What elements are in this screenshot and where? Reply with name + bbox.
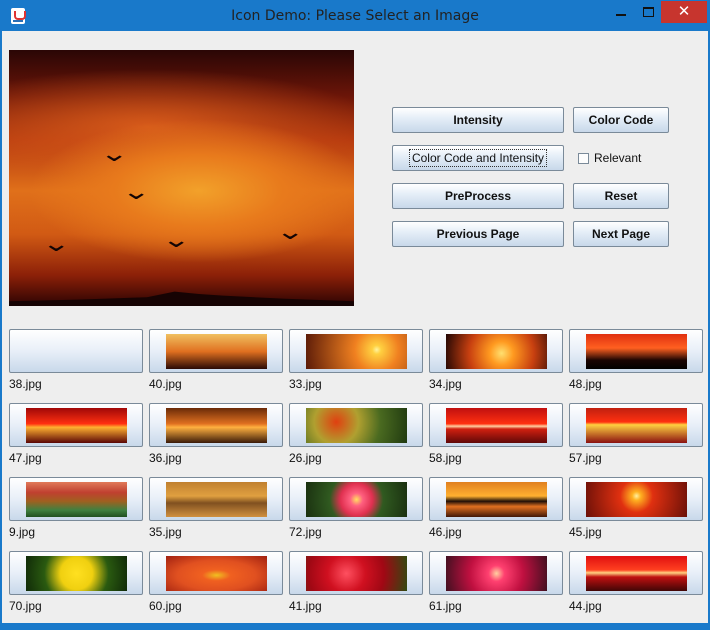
thumbnail-image — [446, 482, 547, 517]
thumbnail-button[interactable] — [569, 551, 703, 595]
thumbnail-image — [166, 556, 267, 591]
thumbnail-image — [26, 408, 127, 443]
thumbnail-button[interactable] — [569, 329, 703, 373]
thumbnail-label: 46.jpg — [429, 525, 462, 539]
minimize-icon — [616, 14, 626, 16]
thumbnail-button[interactable] — [9, 551, 143, 595]
thumbnail-image — [306, 334, 407, 369]
next-page-button[interactable]: Next Page — [573, 221, 669, 247]
relevant-checkbox[interactable] — [578, 152, 589, 164]
previous-page-label: Previous Page — [436, 227, 520, 241]
app-window: Icon Demo: Please Select an Image ✕ ⌄ ⌄ … — [0, 0, 710, 630]
close-button[interactable]: ✕ — [661, 1, 707, 23]
thumbnail-label: 34.jpg — [429, 377, 462, 391]
thumbnail-button[interactable] — [429, 329, 563, 373]
thumbnail-button[interactable] — [429, 477, 563, 521]
horizon-silhouette — [9, 291, 354, 306]
thumbnail-button[interactable] — [149, 551, 283, 595]
thumbnail-label: 48.jpg — [569, 377, 602, 391]
thumbnail-image — [446, 334, 547, 369]
thumbnail-image — [586, 334, 687, 369]
title-bar[interactable]: Icon Demo: Please Select an Image ✕ — [1, 1, 709, 31]
thumbnail-label: 41.jpg — [289, 599, 322, 613]
thumbnail-button[interactable] — [9, 403, 143, 447]
thumbnail-image — [26, 556, 127, 591]
thumbnail-image — [306, 408, 407, 443]
thumbnail-button[interactable] — [9, 329, 143, 373]
thumbnail-label: 58.jpg — [429, 451, 462, 465]
thumbnail-label: 47.jpg — [9, 451, 42, 465]
thumbnail-button[interactable] — [429, 403, 563, 447]
intensity-button[interactable]: Intensity — [392, 107, 564, 133]
thumbnail-image — [446, 408, 547, 443]
thumbnail-image — [26, 334, 127, 369]
thumbnail-button[interactable] — [429, 551, 563, 595]
preprocess-button-label: PreProcess — [444, 189, 512, 203]
thumbnail-image — [166, 408, 267, 443]
bird-icon: ⌄ — [99, 142, 129, 167]
maximize-button[interactable] — [635, 1, 661, 23]
bird-icon: ⌄ — [275, 220, 305, 245]
thumbnail-button[interactable] — [289, 329, 423, 373]
color-code-and-intensity-button[interactable]: Color Code and Intensity — [392, 145, 564, 171]
thumbnail-label: 61.jpg — [429, 599, 462, 613]
relevant-checkbox-wrap[interactable]: Relevant — [578, 149, 641, 167]
thumbnail-image — [306, 482, 407, 517]
thumbnail-label: 44.jpg — [569, 599, 602, 613]
thumbnail-label: 35.jpg — [149, 525, 182, 539]
previous-page-button[interactable]: Previous Page — [392, 221, 564, 247]
bird-icon: ⌄ — [41, 232, 71, 257]
thumbnail-image — [446, 556, 547, 591]
reset-button-label: Reset — [604, 189, 638, 203]
relevant-label: Relevant — [594, 151, 642, 165]
thumbnail-image — [586, 408, 687, 443]
thumbnail-button[interactable] — [289, 551, 423, 595]
thumbnail-image — [586, 556, 687, 591]
color-code-and-intensity-label: Color Code and Intensity — [408, 149, 548, 167]
color-code-button[interactable]: Color Code — [573, 107, 669, 133]
thumbnail-label: 38.jpg — [9, 377, 42, 391]
thumbnail-label: 45.jpg — [569, 525, 602, 539]
thumbnail-label: 57.jpg — [569, 451, 602, 465]
preprocess-button[interactable]: PreProcess — [392, 183, 564, 209]
thumbnail-label: 26.jpg — [289, 451, 322, 465]
intensity-button-label: Intensity — [453, 113, 503, 127]
content-panel: ⌄ ⌄ ⌄ ⌄ ⌄ Intensity Color Code Color Cod… — [2, 31, 708, 623]
thumbnail-button[interactable] — [149, 329, 283, 373]
bird-icon: ⌄ — [121, 180, 151, 205]
selected-image: ⌄ ⌄ ⌄ ⌄ ⌄ — [9, 50, 354, 306]
thumbnail-image — [166, 334, 267, 369]
thumbnail-button[interactable] — [569, 403, 703, 447]
close-icon: ✕ — [677, 3, 691, 20]
thumbnail-image — [306, 556, 407, 591]
thumbnail-label: 70.jpg — [9, 599, 42, 613]
reset-button[interactable]: Reset — [573, 183, 669, 209]
thumbnail-label: 40.jpg — [149, 377, 182, 391]
thumbnail-label: 60.jpg — [149, 599, 182, 613]
bird-icon: ⌄ — [161, 228, 191, 253]
color-code-button-label: Color Code — [588, 113, 654, 127]
thumbnail-button[interactable] — [569, 477, 703, 521]
thumbnail-label: 36.jpg — [149, 451, 182, 465]
thumbnail-label: 72.jpg — [289, 525, 322, 539]
thumbnail-button[interactable] — [9, 477, 143, 521]
next-page-label: Next Page — [591, 227, 651, 241]
thumbnail-image — [166, 482, 267, 517]
thumbnail-image — [586, 482, 687, 517]
thumbnail-label: 33.jpg — [289, 377, 322, 391]
thumbnail-button[interactable] — [149, 477, 283, 521]
minimize-button[interactable] — [607, 1, 635, 23]
maximize-icon — [642, 7, 654, 17]
thumbnail-image — [26, 482, 127, 517]
thumbnail-button[interactable] — [289, 403, 423, 447]
thumbnail-button[interactable] — [289, 477, 423, 521]
window-title: Icon Demo: Please Select an Image — [231, 8, 479, 24]
thumbnail-label: 9.jpg — [9, 525, 36, 539]
thumbnail-button[interactable] — [149, 403, 283, 447]
